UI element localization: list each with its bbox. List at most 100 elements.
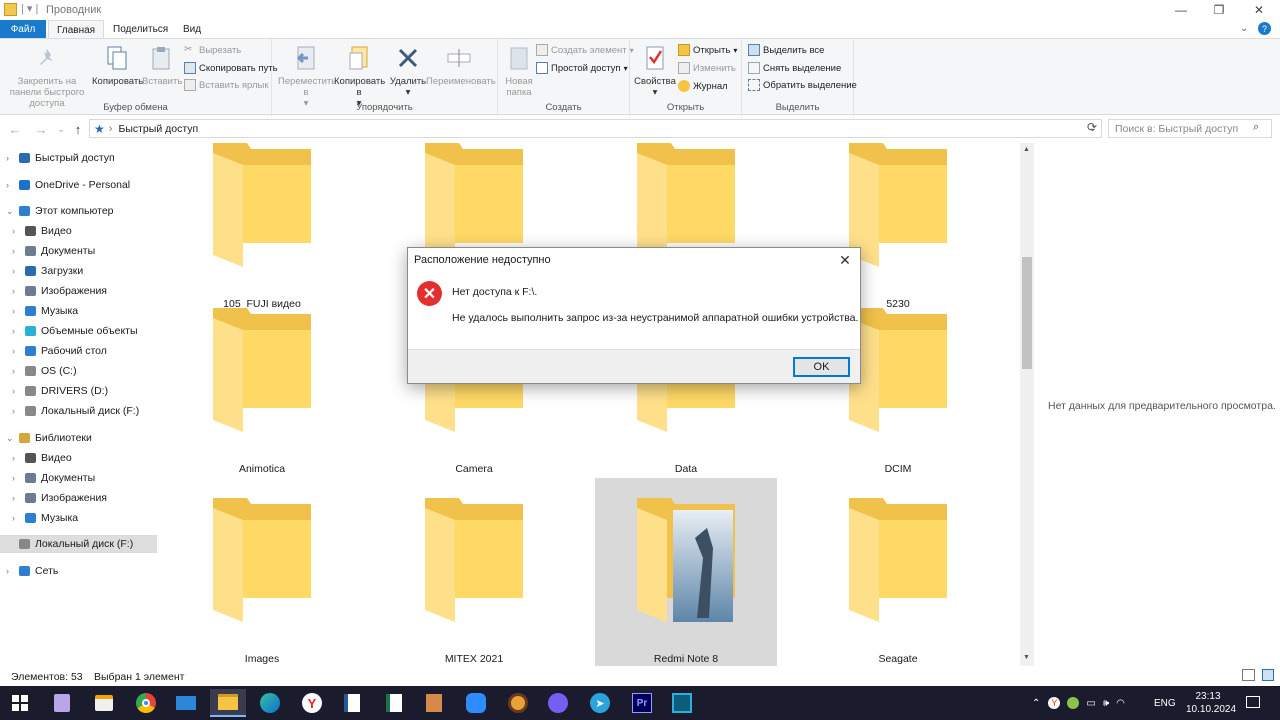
nav-item[interactable]: › Локальный диск (F:) [0, 402, 157, 420]
spreadsheet-icon[interactable] [376, 689, 412, 717]
search-input[interactable]: Поиск в: Быстрый доступ [1108, 119, 1272, 138]
quick-access-toolbar-arrow-icon[interactable]: | ▾ | [21, 2, 38, 15]
nav-item[interactable]: › OS (C:) [0, 362, 157, 380]
history-button[interactable]: Журнал [678, 78, 728, 94]
expand-chevron-icon[interactable]: › [6, 153, 14, 163]
expand-chevron-icon[interactable]: › [12, 306, 20, 316]
dialog-close-button[interactable]: ✕ [836, 251, 854, 269]
vertical-scrollbar[interactable]: ▲ ▼ [1020, 143, 1034, 666]
folder-tile[interactable]: 105_FUJI видео [171, 143, 353, 311]
scrollbar-thumb[interactable] [1022, 257, 1032, 369]
select-none-button[interactable]: Снять выделение [748, 60, 841, 76]
edge-icon[interactable] [252, 689, 288, 717]
nav-item[interactable]: › DRIVERS (D:) [0, 382, 157, 400]
premiere-icon[interactable]: Pr [624, 689, 660, 717]
clock[interactable]: 23:13 10.10.2024 [1186, 690, 1236, 716]
notifications-icon[interactable] [1246, 696, 1260, 708]
select-all-button[interactable]: Выделить все [748, 42, 824, 58]
folder-tile[interactable]: MITEX 2021 [383, 478, 565, 666]
start-button[interactable] [2, 689, 38, 717]
nav-item[interactable]: Локальный диск (F:) [0, 535, 157, 553]
easy-access-button[interactable]: Простой доступ ▾ [536, 60, 628, 76]
store-icon[interactable] [86, 689, 122, 717]
network-app-icon[interactable] [664, 689, 700, 717]
expand-chevron-icon[interactable]: › [12, 286, 20, 296]
open-button[interactable]: Открыть ▾ [678, 42, 737, 58]
nav-item[interactable]: › Сеть [0, 562, 157, 580]
nav-item[interactable]: › Документы [0, 469, 157, 487]
nav-item[interactable]: › Музыка [0, 302, 157, 320]
breadcrumb[interactable]: Быстрый доступ [118, 123, 198, 135]
paste-shortcut-button[interactable]: Вставить ярлык [184, 77, 269, 93]
wifi-icon[interactable]: ◠ [1116, 698, 1125, 709]
back-arrow-icon[interactable]: ← [6, 120, 24, 138]
language-indicator[interactable]: ENG [1154, 686, 1176, 720]
forward-arrow-icon[interactable]: → [32, 120, 50, 138]
expand-chevron-icon[interactable]: › [12, 406, 20, 416]
nav-item[interactable]: › Объемные объекты [0, 322, 157, 340]
zoom-icon[interactable] [458, 689, 494, 717]
nav-item[interactable]: › OneDrive - Personal [0, 176, 157, 194]
ribbon-expand-icon[interactable]: ⌄ [1240, 23, 1248, 34]
notepad-icon[interactable] [44, 689, 80, 717]
folder-tile[interactable]: Redmi Note 8 [595, 478, 777, 666]
search-icon[interactable]: ⌕ [1253, 121, 1259, 134]
word-doc-icon[interactable] [334, 689, 370, 717]
battery-icon[interactable]: ▭ [1086, 698, 1095, 709]
expand-chevron-icon[interactable]: › [12, 366, 20, 376]
expand-chevron-icon[interactable]: › [12, 493, 20, 503]
expand-chevron-icon[interactable]: › [12, 246, 20, 256]
rename-button[interactable]: Переименовать [426, 43, 496, 87]
expand-chevron-icon[interactable]: › [12, 473, 20, 483]
copy-path-button[interactable]: Скопировать путь [184, 60, 278, 76]
nav-item[interactable]: › Документы [0, 242, 157, 260]
edit-button[interactable]: Изменить [678, 60, 736, 76]
expand-chevron-icon[interactable]: › [12, 453, 20, 463]
maximize-button[interactable]: ❐ [1200, 0, 1238, 20]
nav-item[interactable]: ⌄ Этот компьютер [0, 202, 157, 220]
new-item-button[interactable]: Создать элемент ▾ [536, 42, 634, 58]
copy-to-button[interactable]: Копировать в ▾ [334, 43, 385, 109]
minimize-button[interactable]: ― [1162, 0, 1200, 20]
nav-item[interactable]: › Быстрый доступ [0, 149, 157, 167]
up-arrow-icon[interactable]: ↑ [69, 120, 87, 138]
move-to-button[interactable]: Переместить в ▾ [278, 43, 336, 109]
viber-icon[interactable] [540, 689, 576, 717]
yandex-tray-icon[interactable]: Y [1048, 697, 1061, 709]
expand-chevron-icon[interactable]: › [12, 326, 20, 336]
close-button[interactable]: ✕ [1240, 0, 1278, 20]
mail-icon[interactable] [168, 689, 204, 717]
show-hidden-icons-icon[interactable]: ⌃ [1032, 698, 1040, 709]
nav-item[interactable]: › Видео [0, 222, 157, 240]
folder-tile[interactable]: Seagate [807, 478, 989, 666]
nav-item[interactable]: › Музыка [0, 509, 157, 527]
help-icon[interactable]: ? [1258, 22, 1271, 35]
media-player-icon[interactable] [500, 689, 536, 717]
file-explorer-icon[interactable] [210, 689, 246, 717]
nav-item[interactable]: ⌄ Библиотеки [0, 429, 157, 447]
properties-button[interactable]: Свойства ▾ [634, 43, 676, 98]
expand-chevron-icon[interactable]: › [12, 513, 20, 523]
archive-icon[interactable] [416, 689, 452, 717]
expand-chevron-icon[interactable]: › [12, 226, 20, 236]
copy-button[interactable]: Копировать [92, 43, 143, 87]
recent-chevron-icon[interactable]: ⌄ [52, 120, 70, 138]
tab-file[interactable]: Файл [0, 20, 46, 39]
pin-button[interactable]: Закрепить на панели быстрого доступа [4, 43, 90, 109]
tab-view[interactable]: Вид [175, 20, 209, 39]
large-icons-view-icon[interactable] [1262, 669, 1274, 681]
expand-chevron-icon[interactable]: › [6, 566, 14, 576]
paste-button[interactable]: Вставить [142, 43, 182, 87]
scroll-up-icon[interactable]: ▲ [1023, 146, 1030, 153]
tab-home[interactable]: Главная [48, 20, 105, 39]
new-folder-button[interactable]: Новая папка [500, 43, 538, 98]
tab-share[interactable]: Поделиться [105, 20, 176, 39]
volume-icon[interactable]: 🕪 [1103, 698, 1109, 709]
details-view-icon[interactable] [1242, 669, 1255, 681]
folder-tile[interactable]: Animotica [171, 288, 353, 476]
nav-item[interactable]: › Изображения [0, 282, 157, 300]
nav-item[interactable]: › Изображения [0, 489, 157, 507]
delete-button[interactable]: Удалить ▾ [386, 43, 430, 98]
shield-tray-icon[interactable] [1067, 697, 1080, 709]
expand-chevron-icon[interactable]: › [6, 180, 14, 190]
